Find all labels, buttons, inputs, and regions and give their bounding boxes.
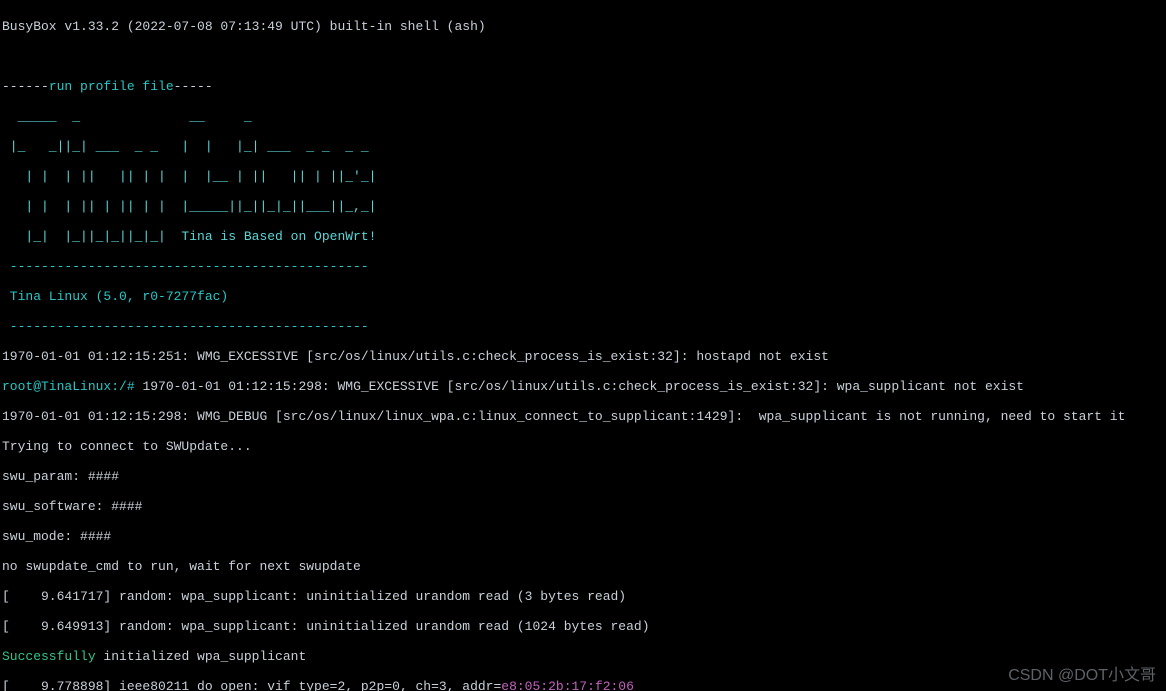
mac-address: e8:05:2b:17:f2:06 bbox=[501, 679, 634, 691]
busybox-header: BusyBox v1.33.2 (2022-07-08 07:13:49 UTC… bbox=[2, 19, 1164, 34]
ascii-art-3: | | | || || | | | |__ | || || | ||_'_| bbox=[2, 169, 1164, 184]
log-line: [ 9.649913] random: wpa_supplicant: unin… bbox=[2, 619, 1164, 634]
prompt-line: root@TinaLinux:/# 1970-01-01 01:12:15:29… bbox=[2, 379, 1164, 394]
log-line: [ 9.641717] random: wpa_supplicant: unin… bbox=[2, 589, 1164, 604]
log-line: no swupdate_cmd to run, wait for next sw… bbox=[2, 559, 1164, 574]
ascii-art-4: | | | || | || | | |_____||_||_|_||___||_… bbox=[2, 199, 1164, 214]
log-line-success: Successfully initialized wpa_supplicant bbox=[2, 649, 1164, 664]
ascii-art-2: |_ _||_| ___ _ _ | | |_| ___ _ _ _ _ bbox=[2, 139, 1164, 154]
tina-version: Tina Linux (5.0, r0-7277fac) bbox=[2, 289, 1164, 304]
log-line: swu_mode: #### bbox=[2, 529, 1164, 544]
art-separator-2: ----------------------------------------… bbox=[2, 319, 1164, 334]
ascii-art-5: |_| |_||_|_||_|_| Tina is Based on OpenW… bbox=[2, 229, 1164, 244]
log-line: swu_param: #### bbox=[2, 469, 1164, 484]
ascii-art-1: _____ _ __ _ bbox=[2, 109, 1164, 124]
log-line: Trying to connect to SWUpdate... bbox=[2, 439, 1164, 454]
log-line-mac: [ 9.778898] ieee80211_do_open: vif_type=… bbox=[2, 679, 1164, 691]
run-profile: ------run profile file----- bbox=[2, 79, 1164, 94]
shell-prompt[interactable]: root@TinaLinux:/# bbox=[2, 379, 142, 394]
log-line: 1970-01-01 01:12:15:251: WMG_EXCESSIVE [… bbox=[2, 349, 1164, 364]
art-separator-1: ----------------------------------------… bbox=[2, 259, 1164, 274]
blank bbox=[2, 49, 1164, 64]
log-line: 1970-01-01 01:12:15:298: WMG_DEBUG [src/… bbox=[2, 409, 1164, 424]
terminal-output[interactable]: BusyBox v1.33.2 (2022-07-08 07:13:49 UTC… bbox=[0, 0, 1166, 691]
log-line: swu_software: #### bbox=[2, 499, 1164, 514]
